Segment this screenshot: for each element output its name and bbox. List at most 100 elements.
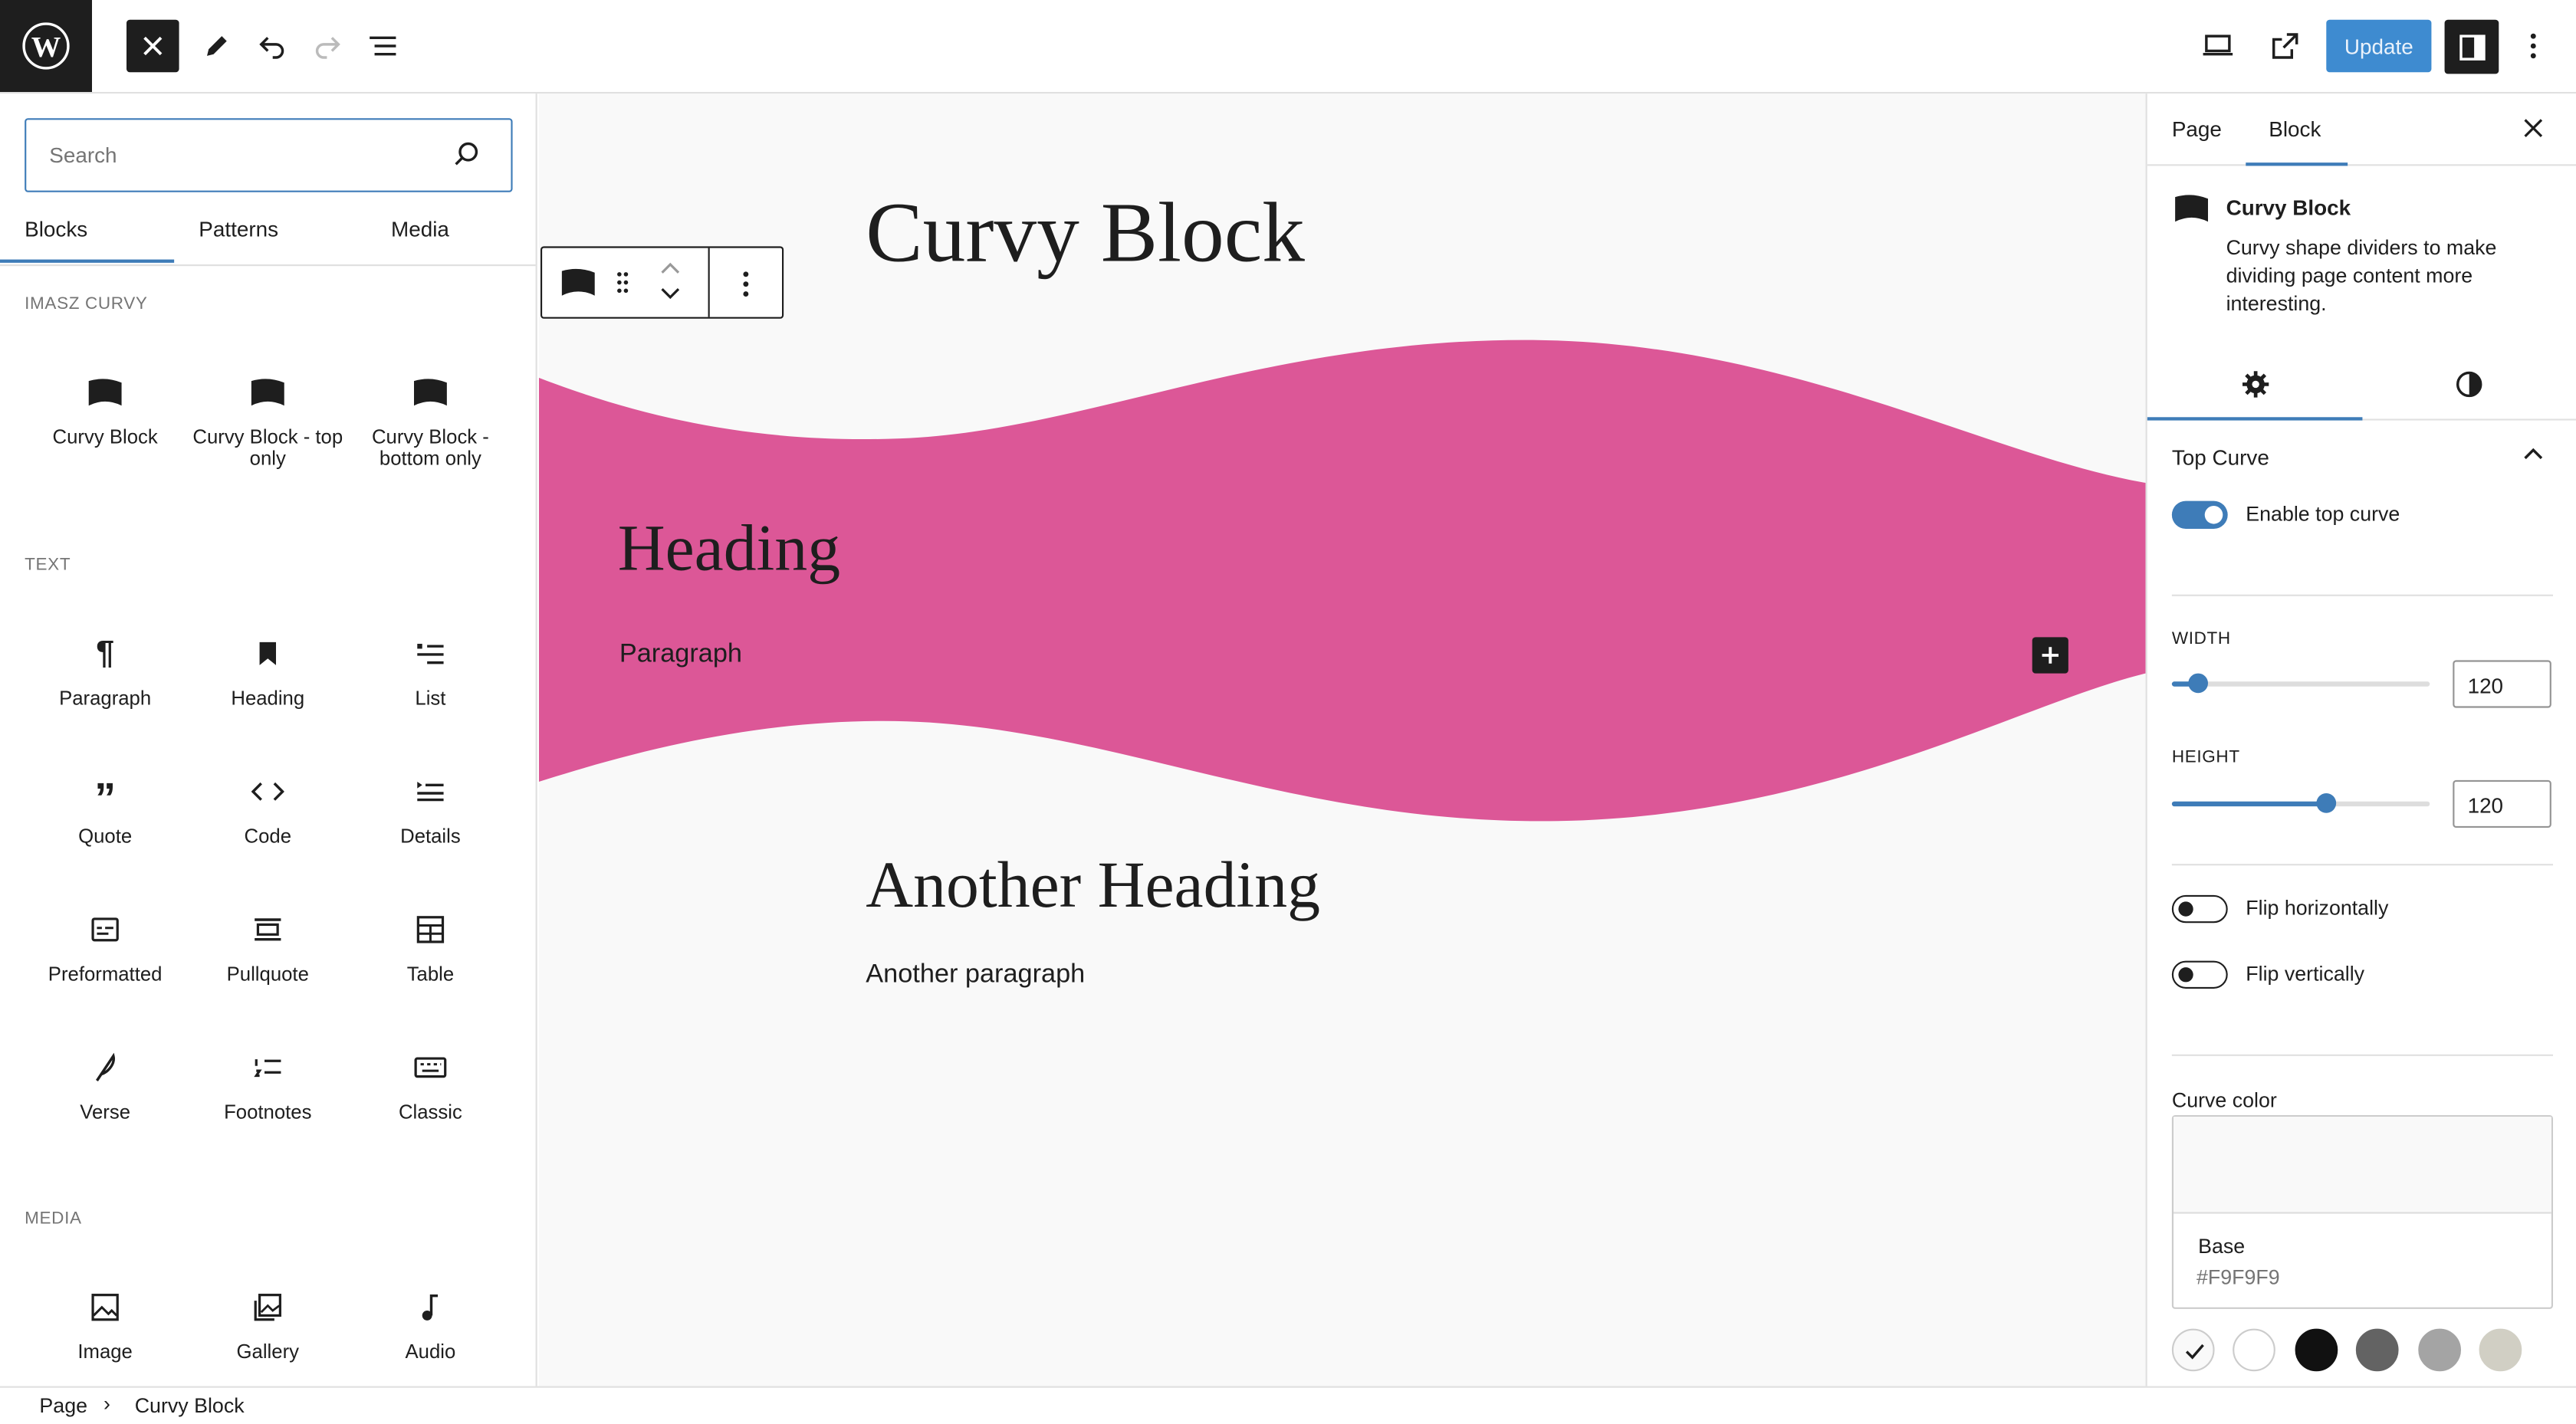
block-item-pullquote[interactable]: Pullquote (187, 910, 348, 986)
document-overview-button[interactable] (356, 20, 409, 73)
block-label: Curvy Block (52, 425, 158, 448)
block-item-footnotes[interactable]: Footnotes (187, 1048, 348, 1124)
pullquote-icon (255, 918, 281, 941)
flip-vertically-toggle[interactable] (2171, 960, 2228, 989)
table-icon (416, 916, 445, 943)
tab-blocks[interactable]: Blocks (25, 217, 87, 241)
sidebar-icon (2459, 34, 2485, 60)
close-inserter-button[interactable] (127, 19, 179, 73)
update-button[interactable]: Update (2326, 19, 2432, 73)
chevron-down-icon[interactable] (659, 286, 682, 302)
color-swatch[interactable] (2356, 1328, 2399, 1372)
color-swatch[interactable] (2295, 1328, 2338, 1372)
height-slider-thumb[interactable] (2316, 793, 2337, 813)
tab-page[interactable]: Page (2172, 116, 2222, 141)
block-item-table[interactable]: Table (350, 910, 511, 986)
enable-top-curve-label: Enable top curve (2246, 502, 2400, 526)
add-block-button[interactable] (2032, 637, 2068, 674)
block-item-verse[interactable]: Verse (25, 1048, 186, 1124)
tab-patterns[interactable]: Patterns (199, 217, 278, 241)
block-item-list[interactable]: List (350, 634, 511, 710)
height-slider[interactable] (2171, 793, 2430, 813)
inner-heading[interactable]: Heading (618, 509, 840, 586)
block-item-heading[interactable]: Heading (187, 634, 348, 710)
width-slider[interactable] (2171, 673, 2430, 694)
color-swatch[interactable] (2233, 1328, 2276, 1372)
inner-paragraph[interactable]: Paragraph (619, 641, 742, 671)
category-text: TEXT (25, 555, 71, 575)
flag-icon (2175, 195, 2208, 222)
gear-icon[interactable] (2241, 369, 2271, 399)
width-input[interactable]: 120 (2453, 660, 2551, 708)
drag-handle-icon[interactable] (614, 269, 630, 295)
more-vertical-icon[interactable] (741, 269, 751, 299)
color-swatch[interactable] (2479, 1328, 2522, 1372)
curve-color-label: Curve color (2171, 1088, 2277, 1112)
block-item-code[interactable]: Code (187, 772, 348, 848)
device-preview-button[interactable] (2192, 20, 2245, 73)
undo-icon (259, 37, 284, 59)
gallery-icon (254, 1294, 281, 1321)
flag-icon[interactable] (559, 266, 598, 299)
block-item-curvy-top-only[interactable]: Curvy Block - top only (187, 372, 348, 469)
contrast-icon[interactable] (2454, 369, 2484, 399)
details-icon (417, 781, 444, 802)
flip-horizontally-toggle[interactable] (2171, 894, 2228, 924)
block-label: Gallery (236, 1340, 299, 1363)
editor-canvas[interactable]: Curvy Block Heading Paragraph Another He… (538, 94, 2146, 1386)
close-icon[interactable] (2523, 118, 2543, 138)
music-note-icon (422, 1294, 439, 1321)
block-item-quote[interactable]: ” Quote (25, 772, 186, 848)
block-item-image[interactable]: Image (25, 1288, 186, 1363)
tools-button[interactable] (191, 20, 244, 73)
desktop-icon (2203, 34, 2233, 56)
block-item-audio[interactable]: Audio (350, 1288, 511, 1363)
divider (2171, 594, 2553, 596)
width-slider-thumb[interactable] (2187, 673, 2208, 694)
block-item-details[interactable]: Details (350, 772, 511, 848)
tab-block[interactable]: Block (2269, 116, 2321, 141)
block-label: Footnotes (224, 1100, 312, 1124)
undo-button[interactable] (246, 20, 299, 73)
block-card-description: Curvy shape dividers to make dividing pa… (2226, 236, 2497, 316)
options-menu-button[interactable] (2507, 20, 2560, 73)
color-swatch[interactable] (2171, 1328, 2215, 1372)
breadcrumb-item-curvy-block[interactable]: Curvy Block (135, 1394, 245, 1417)
block-item-preformatted[interactable]: Preformatted (25, 910, 186, 986)
bookmark-icon (259, 641, 276, 665)
view-page-button[interactable] (2259, 20, 2312, 73)
search-placeholder: Search (49, 143, 117, 168)
enable-top-curve-toggle[interactable] (2171, 500, 2228, 529)
color-preview[interactable] (2174, 1117, 2551, 1214)
tab-media[interactable]: Media (391, 217, 449, 241)
top-curve-panel-title[interactable]: Top Curve (2172, 445, 2269, 470)
block-item-curvy-bottom-only[interactable]: Curvy Block - bottom only (350, 372, 511, 469)
block-label: Curvy Block - bottom only (371, 425, 489, 470)
another-heading[interactable]: Another Heading (866, 846, 1320, 924)
list-view-icon (370, 36, 396, 56)
block-label: Table (406, 962, 455, 986)
wordpress-logo-button[interactable]: W (0, 0, 92, 92)
settings-toggle-button[interactable] (2444, 19, 2499, 74)
another-paragraph[interactable]: Another paragraph (866, 961, 1085, 991)
breadcrumb-item-page[interactable]: Page (39, 1394, 87, 1417)
active-tab-indicator (0, 259, 175, 263)
divider (2171, 1054, 2553, 1056)
block-item-classic[interactable]: Classic (350, 1048, 511, 1124)
redo-button[interactable] (301, 20, 353, 73)
block-search-input[interactable]: Search (25, 118, 513, 192)
chevron-up-icon[interactable] (659, 260, 682, 276)
block-label: Pullquote (226, 962, 309, 986)
color-swatch[interactable] (2417, 1328, 2461, 1372)
curve-color-picker[interactable]: Base #F9F9F9 (2171, 1115, 2553, 1309)
category-imasz-curvy: IMASZ CURVY (25, 294, 148, 314)
block-item-curvy-block[interactable]: Curvy Block (25, 372, 186, 448)
image-icon (91, 1294, 119, 1321)
height-input[interactable]: 120 (2453, 779, 2551, 828)
search-icon (455, 142, 478, 166)
block-label: Audio (405, 1340, 456, 1363)
editor-top-bar: W Update (0, 0, 2576, 94)
block-item-paragraph[interactable]: ¶ Paragraph (25, 634, 186, 710)
chevron-up-icon[interactable] (2523, 447, 2543, 463)
block-item-gallery[interactable]: Gallery (187, 1288, 348, 1363)
